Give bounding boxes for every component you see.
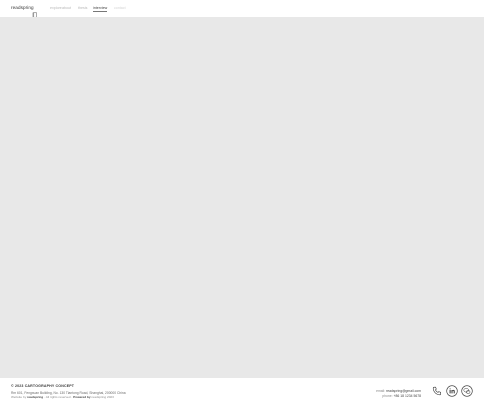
wechat-icon[interactable] [461,385,473,397]
nav-item-thesis[interactable]: thesis [78,5,87,11]
nav-item-about[interactable]: about [62,5,71,11]
brand-logo-text[interactable]: readspring [11,5,34,10]
footer-copyright: Website by readspring · All rights reser… [11,395,114,399]
contact-email[interactable]: email: readspring@gmail.com [376,389,421,393]
copyright-prefix: Website by [11,395,27,399]
linkedin-icon[interactable] [446,385,458,397]
email-label: email: [376,388,386,393]
nav-item-interview[interactable]: interview [93,5,108,12]
phone-label: phone: [382,393,393,398]
footer: © 2023 CARTOGRAPHY CONCEPT Rm 601, Fengx… [0,378,484,403]
page: readspring explore about thesis intervie… [0,0,484,403]
email-value[interactable]: readspring@gmail.com [386,389,421,393]
contact-phone[interactable]: phone: +86 18 1234 5678 [382,394,421,398]
top-navbar: readspring explore about thesis intervie… [0,0,484,18]
footer-title: © 2023 CARTOGRAPHY CONCEPT [11,384,75,388]
main-content-area [0,17,484,378]
copyright-mid: · All rights reserved · [44,395,73,399]
copyright-suffix: readspring 2023 [91,395,114,399]
phone-value[interactable]: +86 18 1234 5678 [394,394,421,398]
nav-item-interview-label: interview [93,6,108,10]
book-icon[interactable] [32,5,38,18]
nav-item-contact[interactable]: contact [114,5,126,11]
footer-address: Rm 601, Fengxuan Building, No. 130 Tiant… [11,390,126,395]
copyright-link[interactable]: Powered by [73,395,90,399]
nav-item-explore[interactable]: explore [50,5,62,11]
phone-icon[interactable] [431,385,443,397]
copyright-name[interactable]: readspring [27,395,43,399]
